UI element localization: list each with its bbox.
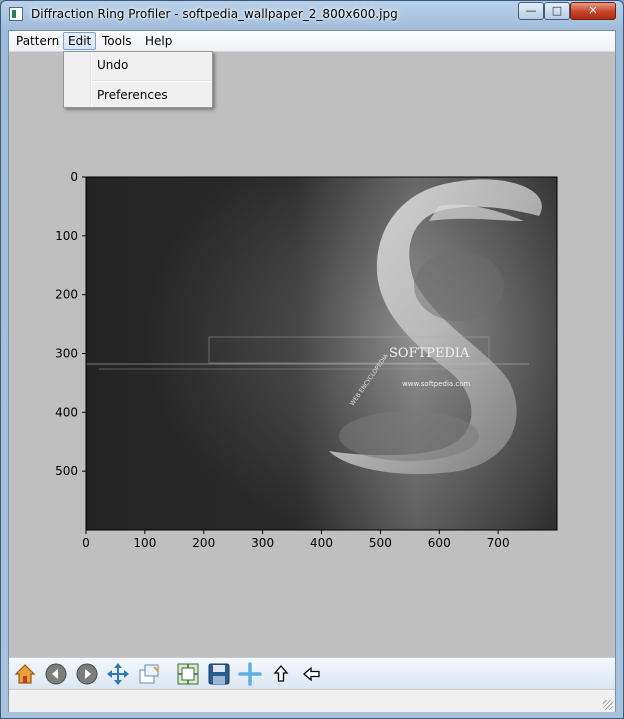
y-tick-label: 200	[55, 288, 78, 302]
save-icon[interactable]	[206, 661, 232, 687]
window-title: Diffraction Ring Profiler - softpedia_wa…	[31, 7, 398, 21]
lagoon-upper	[414, 251, 504, 321]
menu-tools[interactable]: Tools	[98, 32, 136, 50]
left-arrow-icon[interactable]	[299, 661, 325, 687]
menu-help[interactable]: Help	[141, 32, 176, 50]
menu-pattern[interactable]: Pattern	[12, 32, 63, 50]
status-bar	[9, 689, 615, 712]
plot-svg: SOFTPEDIA www.softpedia.com WEB ENCYCLOP…	[55, 170, 558, 550]
image-url-text: www.softpedia.com	[402, 380, 471, 388]
menu-item-undo[interactable]: Undo	[97, 58, 128, 72]
zoom-icon[interactable]	[136, 661, 162, 687]
app-icon	[9, 7, 23, 21]
client-area: Pattern Edit Tools Help SOFTPEDIA www.so…	[8, 30, 616, 712]
home-icon[interactable]	[12, 661, 38, 687]
close-button[interactable]: ✕	[570, 2, 616, 20]
menu-edit[interactable]: Edit	[63, 32, 97, 50]
title-bar[interactable]: Diffraction Ring Profiler - softpedia_wa…	[1, 1, 623, 29]
menu-item-preferences[interactable]: Preferences	[97, 88, 168, 102]
x-tick-label: 300	[251, 536, 274, 550]
subplots-icon[interactable]	[175, 661, 201, 687]
x-tick-label: 0	[82, 536, 90, 550]
forward-icon[interactable]	[74, 661, 100, 687]
back-icon[interactable]	[43, 661, 69, 687]
image-plot[interactable]: SOFTPEDIA www.softpedia.com WEB ENCYCLOP…	[9, 51, 615, 657]
menu-separator	[92, 80, 210, 82]
image-frame: SOFTPEDIA www.softpedia.com WEB ENCYCLOP…	[86, 177, 557, 530]
pan-icon[interactable]	[105, 661, 131, 687]
y-tick-label: 400	[55, 405, 78, 419]
app-window: Diffraction Ring Profiler - softpedia_wa…	[0, 0, 624, 719]
image-haze	[86, 177, 557, 530]
x-tick-label: 500	[369, 536, 392, 550]
minimize-button[interactable]: —	[518, 2, 544, 20]
x-tick-label: 200	[192, 536, 215, 550]
edit-dropdown-menu: Undo Preferences	[63, 51, 213, 108]
resize-grip[interactable]	[603, 700, 613, 710]
y-tick-label: 500	[55, 464, 78, 478]
x-tick-label: 700	[487, 536, 510, 550]
x-tick-label: 100	[133, 536, 156, 550]
lagoon-lower	[339, 411, 479, 461]
y-tick-label: 300	[55, 347, 78, 361]
menu-bar: Pattern Edit Tools Help	[9, 31, 615, 52]
maximize-button[interactable]: □	[544, 2, 570, 20]
y-tick-label: 0	[70, 170, 78, 184]
x-tick-label: 400	[310, 536, 333, 550]
x-tick-label: 600	[428, 536, 451, 550]
y-tick-label: 100	[55, 229, 78, 243]
up-arrow-icon[interactable]	[268, 661, 294, 687]
crosshair-icon[interactable]	[237, 661, 263, 687]
image-brand-text: SOFTPEDIA	[389, 346, 470, 361]
navigation-toolbar	[9, 657, 615, 690]
